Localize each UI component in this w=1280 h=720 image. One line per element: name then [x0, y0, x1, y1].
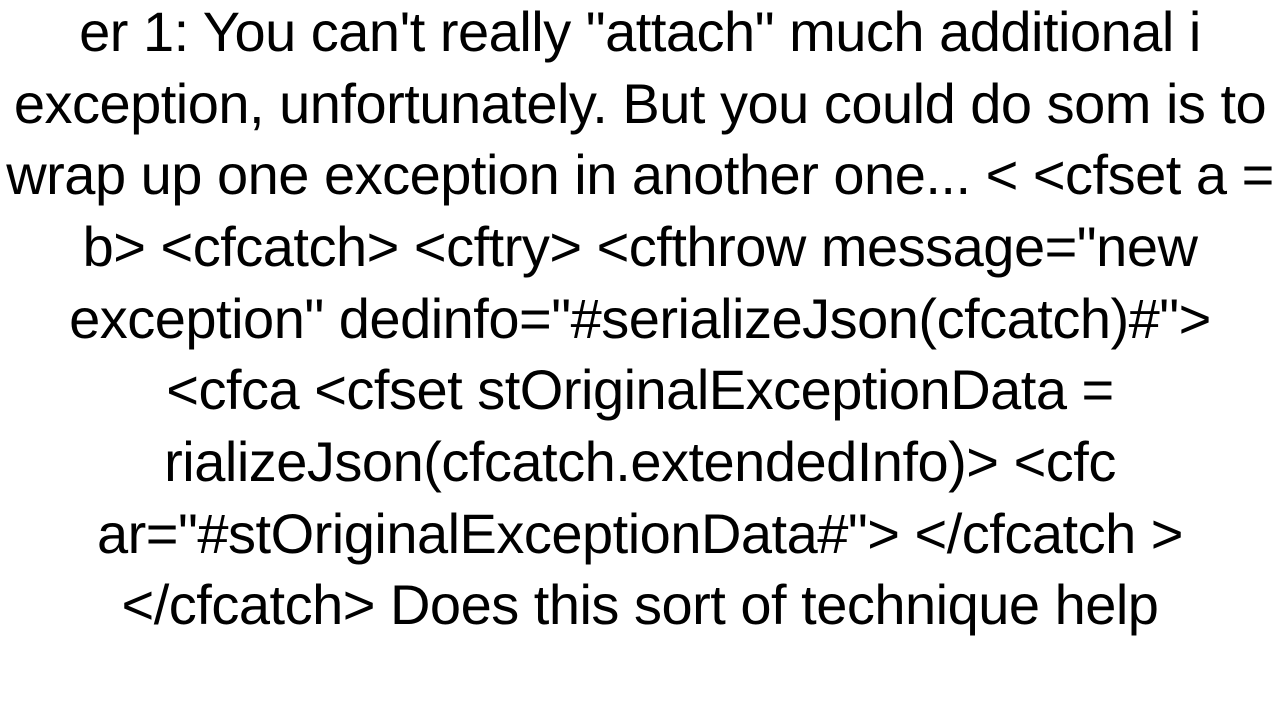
document-text: er 1: You can't really "attach" much add…: [0, 0, 1280, 641]
